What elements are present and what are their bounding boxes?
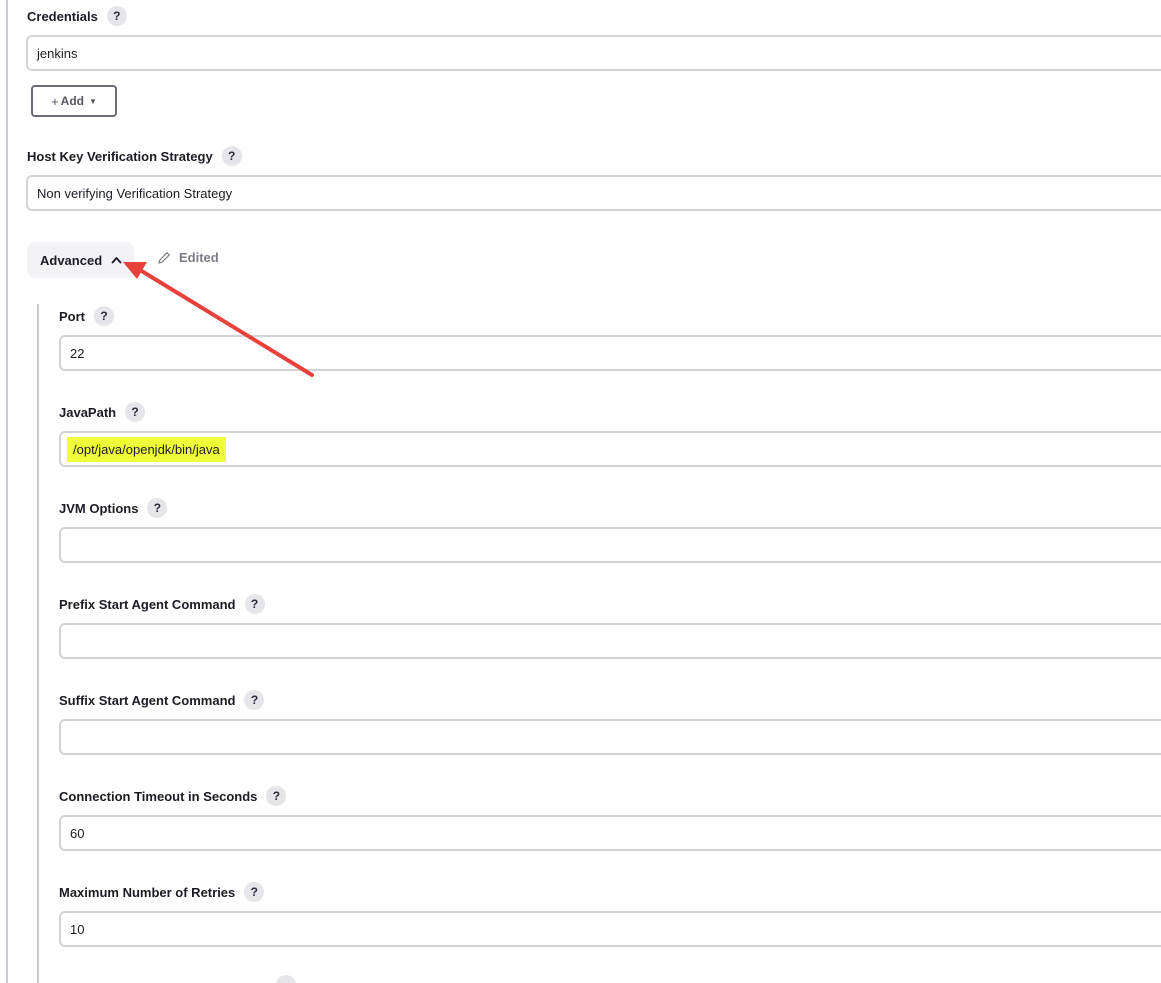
edited-label: Edited	[179, 250, 219, 265]
chevron-up-icon	[111, 257, 122, 264]
suffix-command-input[interactable]	[59, 719, 1161, 755]
host-key-label-row: Host Key Verification Strategy ?	[27, 145, 242, 167]
suffix-command-label: Suffix Start Agent Command	[59, 692, 236, 708]
timeout-input[interactable]: 60	[59, 815, 1161, 851]
jvm-options-input[interactable]	[59, 527, 1161, 563]
timeout-label-row: Connection Timeout in Seconds ?	[59, 785, 287, 807]
timeout-label: Connection Timeout in Seconds	[59, 788, 258, 804]
max-retries-help-icon[interactable]: ?	[244, 882, 265, 902]
suffix-command-label-row: Suffix Start Agent Command ?	[59, 689, 265, 711]
prefix-command-label: Prefix Start Agent Command	[59, 596, 236, 612]
jvm-options-help-icon[interactable]: ?	[147, 498, 168, 518]
jvm-options-label-row: JVM Options ?	[59, 497, 168, 519]
jenkins-agent-config-form: Credentials ? jenkins + Add ▼ Host Key V…	[0, 0, 1161, 983]
next-field-help-icon[interactable]	[276, 975, 296, 983]
host-key-strategy-select[interactable]: Non verifying Verification Strategy	[26, 175, 1161, 211]
advanced-label: Advanced	[40, 252, 103, 268]
credentials-help-icon[interactable]: ?	[106, 6, 127, 26]
host-key-label: Host Key Verification Strategy	[27, 148, 213, 164]
jvm-options-label: JVM Options	[59, 500, 139, 516]
max-retries-input[interactable]: 10	[59, 911, 1161, 947]
credentials-label-row: Credentials ?	[27, 5, 127, 27]
credentials-label: Credentials	[27, 8, 98, 24]
advanced-toggle-button[interactable]: Advanced	[27, 242, 134, 278]
max-retries-label-row: Maximum Number of Retries ?	[59, 881, 265, 903]
java-path-label-row: JavaPath ?	[59, 401, 146, 423]
advanced-section-divider	[37, 304, 39, 983]
port-label: Port	[59, 308, 85, 324]
caret-down-icon: ▼	[89, 96, 97, 106]
prefix-command-input[interactable]	[59, 623, 1161, 659]
java-path-label: JavaPath	[59, 404, 117, 420]
add-credentials-button[interactable]: + Add ▼	[31, 85, 117, 117]
java-path-value: /opt/java/openjdk/bin/java	[67, 436, 226, 462]
port-help-icon[interactable]: ?	[94, 306, 114, 326]
plus-icon: +	[51, 93, 59, 109]
add-button-label: Add	[60, 94, 84, 108]
max-retries-label: Maximum Number of Retries	[59, 884, 236, 900]
host-key-help-icon[interactable]: ?	[221, 146, 242, 166]
pencil-icon	[158, 251, 170, 264]
timeout-help-icon[interactable]: ?	[266, 786, 287, 806]
edited-indicator: Edited	[157, 250, 219, 265]
suffix-command-help-icon[interactable]: ?	[244, 690, 265, 710]
credentials-select[interactable]: jenkins	[26, 35, 1161, 71]
prefix-command-label-row: Prefix Start Agent Command ?	[59, 593, 265, 615]
section-divider	[6, 0, 8, 983]
port-input[interactable]: 22	[59, 335, 1161, 371]
prefix-command-help-icon[interactable]: ?	[244, 594, 265, 614]
port-label-row: Port ?	[59, 305, 114, 327]
java-path-help-icon[interactable]: ?	[125, 402, 146, 422]
java-path-input[interactable]: /opt/java/openjdk/bin/java	[59, 431, 1161, 467]
